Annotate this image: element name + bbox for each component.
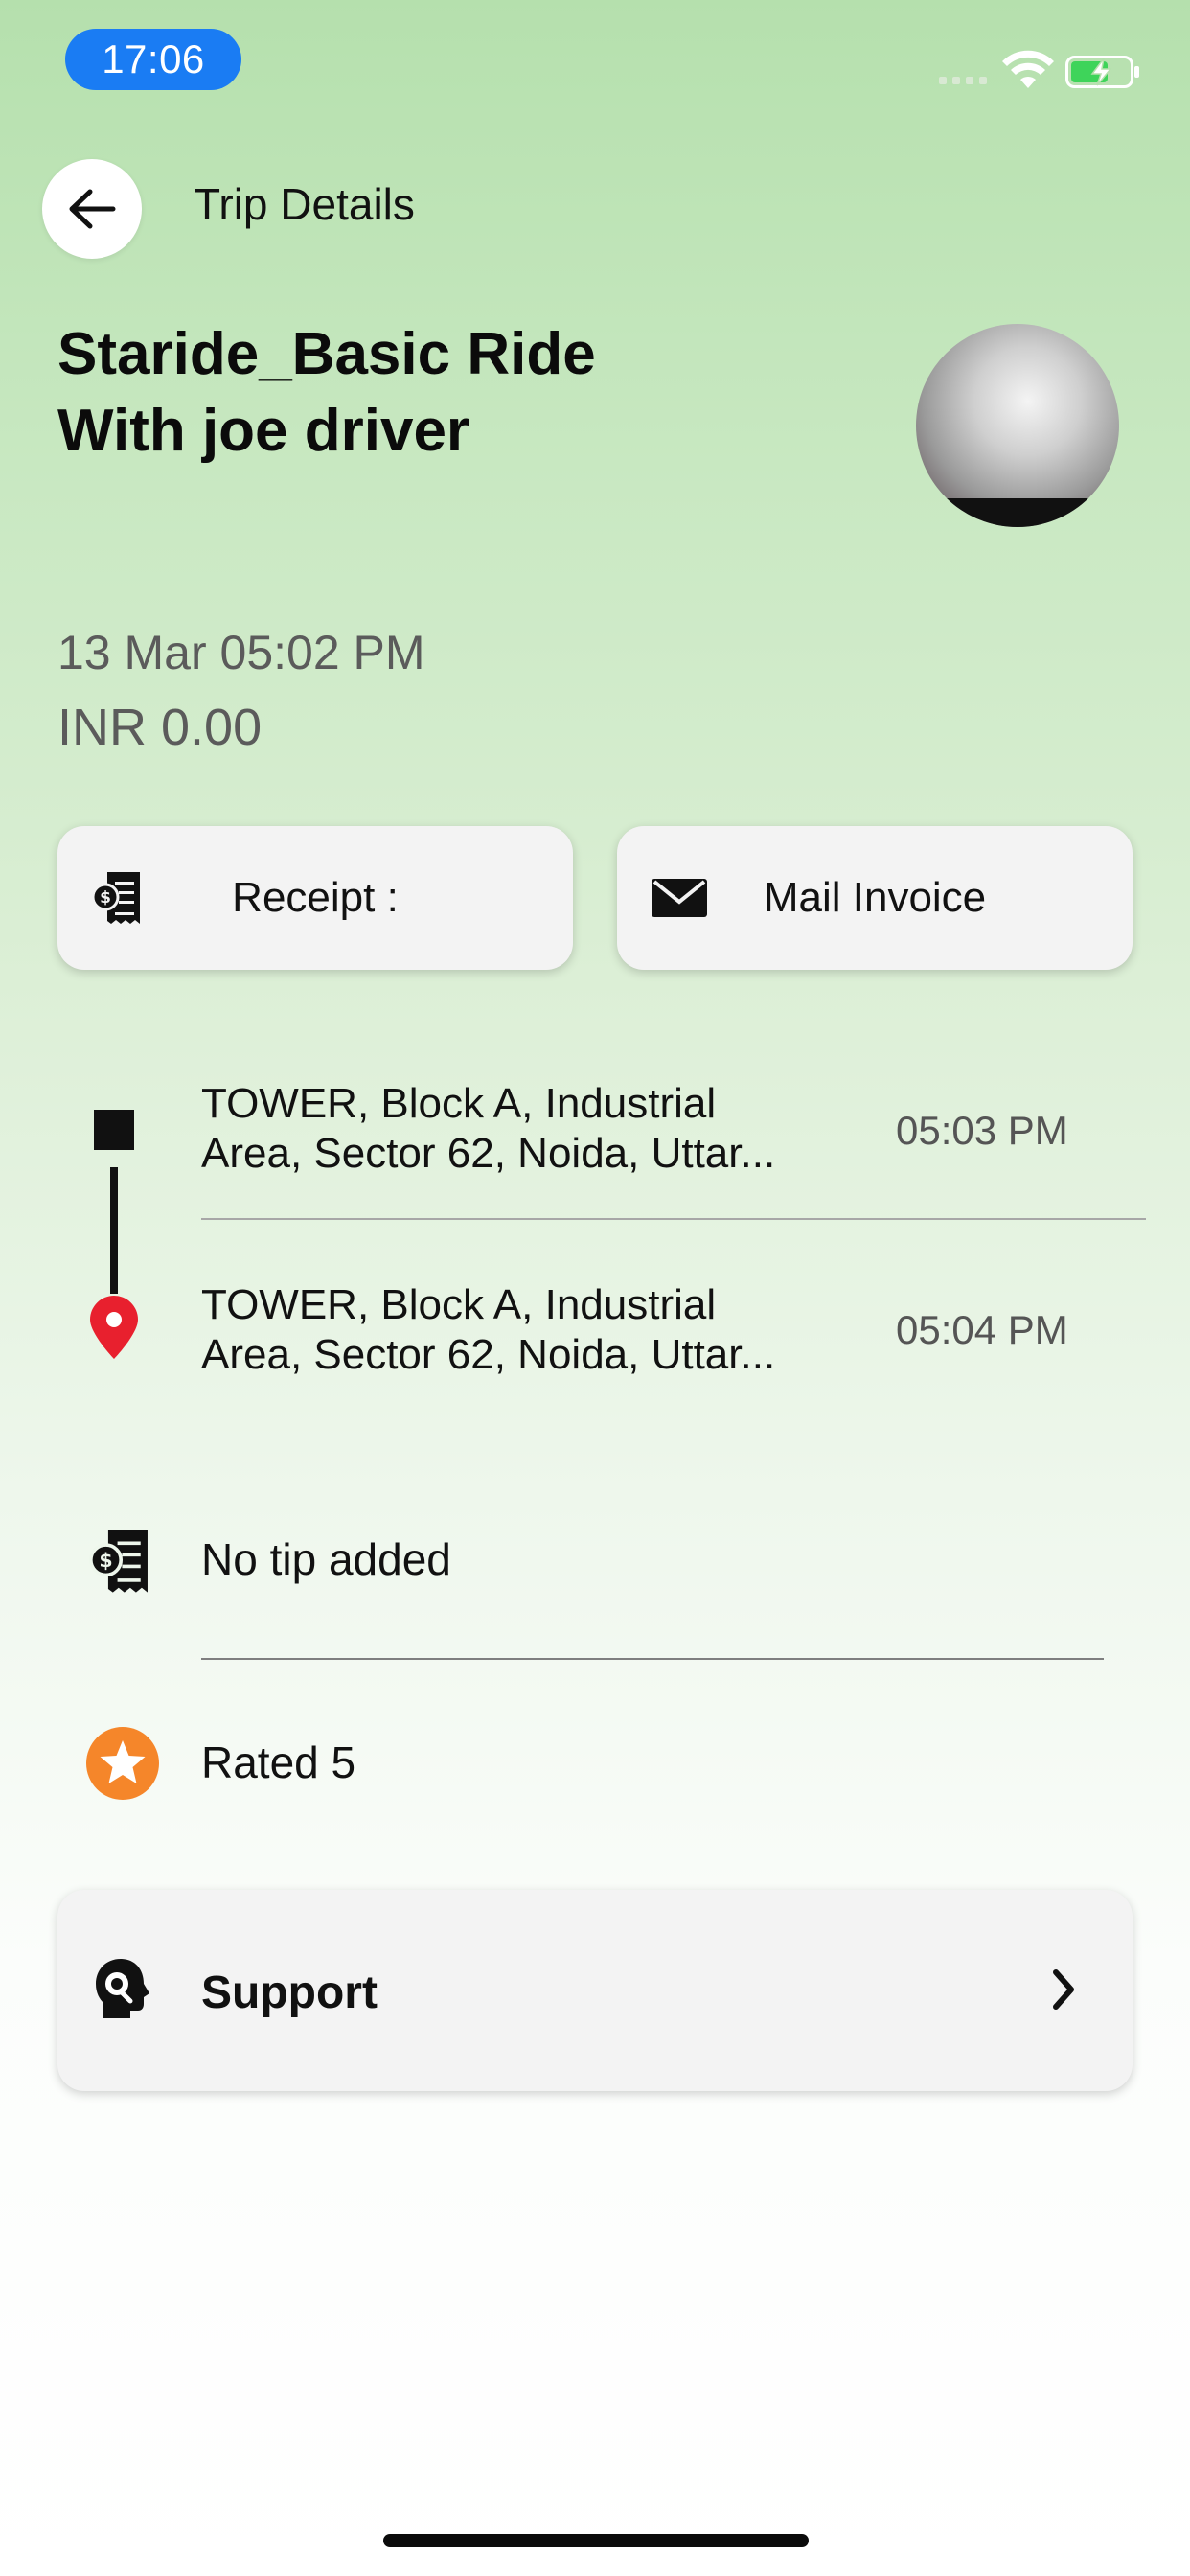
location-pin-icon [90,1296,138,1359]
star-icon [86,1727,159,1800]
driver-line: With joe driver [57,398,470,464]
envelope-icon [652,879,707,917]
receipt-icon: $ [92,872,140,924]
rating-label: Rated 5 [201,1737,356,1787]
pickup-time: 05:03 PM [896,1108,1068,1153]
tip-status: No tip added [201,1534,451,1584]
support-label: Support [201,1967,378,2018]
back-button[interactable] [42,159,142,259]
home-indicator[interactable] [383,2534,809,2547]
dropoff-address: TOWER, Block A, Industrial Area, Sector … [201,1281,776,1378]
mail-invoice-button[interactable]: Mail Invoice [617,826,1133,970]
wifi-icon [1002,50,1054,88]
route-connector [110,1167,118,1294]
tip-divider [201,1658,1104,1660]
chevron-right-icon [1053,1969,1074,2010]
ride-type: Staride_Basic Ride [57,321,596,387]
trip-date: 13 Mar 05:02 PM [57,626,425,679]
route-divider [201,1218,1146,1220]
receipt-icon: $ [89,1530,148,1593]
status-time: 17:06 [65,29,241,90]
signal-icon [939,77,987,84]
pickup-address: TOWER, Block A, Industrial Area, Sector … [201,1080,776,1177]
svg-text:$: $ [99,1549,112,1572]
pickup-marker-icon [94,1110,134,1150]
arrow-left-icon [69,189,116,229]
driver-avatar [916,324,1119,527]
trip-amount: INR 0.00 [57,699,263,756]
battery-charging-icon [1065,56,1139,88]
page-title: Trip Details [194,179,415,229]
ride-title: Staride_Basic Ride With joe driver [57,316,843,470]
support-agent-icon [96,1959,149,2018]
dropoff-time: 05:04 PM [896,1307,1068,1352]
svg-text:$: $ [100,888,111,908]
receipt-button[interactable]: $ Receipt : [57,826,573,970]
